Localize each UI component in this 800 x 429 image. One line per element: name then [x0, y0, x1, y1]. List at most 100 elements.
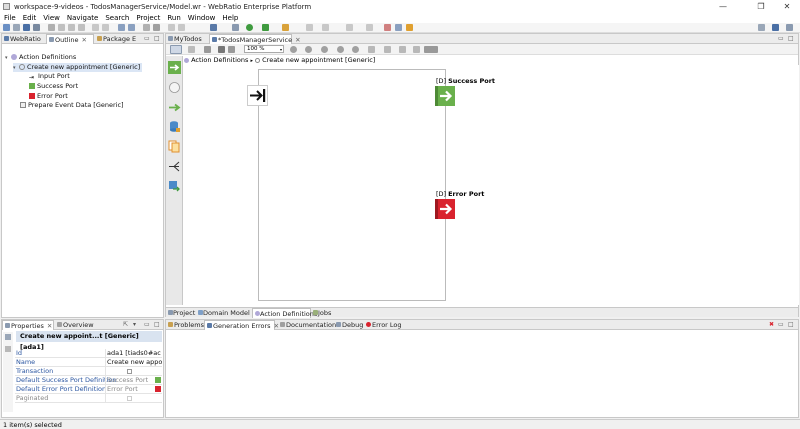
generate-icon[interactable]: [210, 24, 217, 31]
maximize-view-icon[interactable]: □: [788, 321, 794, 328]
connect-tool-icon[interactable]: [218, 46, 225, 53]
transaction-checkbox[interactable]: [127, 368, 132, 374]
close-button[interactable]: ✕: [774, 0, 800, 13]
tree-item-input-port[interactable]: ⇥ Input Port: [29, 72, 70, 81]
stop-icon[interactable]: [384, 24, 391, 31]
tab-domain-model[interactable]: Domain Model: [196, 308, 252, 318]
tab-problems[interactable]: Problems: [166, 320, 204, 330]
input-port-tool-icon[interactable]: [168, 61, 181, 74]
maximize-view-icon[interactable]: □: [154, 321, 160, 328]
paginated-checkbox[interactable]: [127, 395, 132, 401]
link-tool-icon[interactable]: [228, 46, 235, 53]
redo-icon[interactable]: [102, 24, 109, 31]
general-tab-icon[interactable]: [5, 334, 11, 340]
undo-icon[interactable]: [92, 24, 99, 31]
tab-outline[interactable]: Outline ✕: [46, 34, 94, 44]
minimize-view-icon[interactable]: ▭: [144, 35, 150, 42]
zoom-in-icon[interactable]: [290, 46, 297, 53]
align-bottom-icon[interactable]: [413, 46, 420, 53]
paste-icon[interactable]: [78, 24, 85, 31]
zoom-select[interactable]: 100 % ▾: [244, 45, 284, 53]
tab-todosmanagerservice[interactable]: *TodosManagerService ✕: [209, 34, 301, 44]
menu-window[interactable]: Window: [188, 14, 216, 22]
property-row-id[interactable]: Id ada1 [tiads0#ac: [15, 349, 162, 358]
tab-package-explorer[interactable]: Package E: [95, 34, 140, 44]
property-row-default-error-port[interactable]: Default Error Port Definition Error Port: [15, 385, 162, 394]
menu-help[interactable]: Help: [222, 14, 238, 22]
layout-menu-icon[interactable]: [424, 46, 438, 53]
external-tools-icon[interactable]: [282, 24, 289, 31]
perspective-webratio-icon[interactable]: [772, 24, 779, 31]
layout-icon[interactable]: [168, 24, 175, 31]
align-left-icon[interactable]: [368, 46, 375, 53]
tree-item-create-appointment[interactable]: ▾ Create new appointment [Generic]: [13, 63, 143, 72]
refresh-icon[interactable]: [143, 24, 150, 31]
error-port-node[interactable]: [435, 199, 455, 219]
marquee-tool-icon[interactable]: [188, 46, 195, 53]
save-icon[interactable]: [23, 24, 30, 31]
property-row-name[interactable]: Name Create new appoi: [15, 358, 162, 367]
tree-item-success-port[interactable]: Success Port: [29, 82, 78, 91]
find-icon[interactable]: [153, 24, 160, 31]
next-annotation-icon[interactable]: [306, 24, 313, 31]
tab-error-log[interactable]: Error Log: [364, 320, 402, 330]
breadcrumb-current[interactable]: Create new appointment [Generic]: [262, 56, 375, 64]
zoom-selection-icon[interactable]: [352, 46, 359, 53]
align-icon[interactable]: [118, 24, 125, 31]
property-row-paginated[interactable]: Paginated: [15, 394, 162, 403]
breadcrumb-root[interactable]: Action Definitions: [191, 56, 248, 64]
run-icon[interactable]: [246, 24, 253, 31]
hand-tool-icon[interactable]: [204, 46, 211, 53]
generic-action-tool-icon[interactable]: [168, 81, 181, 94]
forward-icon[interactable]: [366, 24, 373, 31]
tab-generation-errors[interactable]: Generation Errors ✕: [204, 320, 279, 330]
tab-mytodos[interactable]: MyTodos: [166, 34, 208, 44]
data-flow-tool-icon[interactable]: [168, 180, 181, 193]
save-all-icon[interactable]: [33, 24, 40, 31]
tab-action-definitions[interactable]: Action Definitions: [252, 308, 317, 318]
align-middle-icon[interactable]: [399, 46, 406, 53]
debug-icon[interactable]: [232, 24, 239, 31]
select-tool-icon[interactable]: [170, 45, 182, 54]
tab-overview[interactable]: Overview: [55, 320, 97, 330]
maximize-editor-icon[interactable]: □: [788, 35, 794, 42]
menu-navigate[interactable]: Navigate: [67, 14, 98, 22]
menu-edit[interactable]: Edit: [23, 14, 37, 22]
minimize-view-icon[interactable]: ▭: [144, 321, 150, 328]
grid-icon[interactable]: [178, 24, 185, 31]
link-icon[interactable]: [395, 24, 402, 31]
property-row-transaction[interactable]: Transaction: [15, 367, 162, 376]
switch-tool-icon[interactable]: [168, 160, 181, 173]
menu-view[interactable]: View: [43, 14, 60, 22]
clear-errors-icon[interactable]: ✖: [769, 321, 774, 328]
database-tool-icon[interactable]: [168, 120, 181, 133]
success-port-node[interactable]: [435, 86, 455, 106]
back-icon[interactable]: [346, 24, 353, 31]
tree-item-error-port[interactable]: Error Port: [29, 92, 68, 101]
zoom-actual-icon[interactable]: [337, 46, 344, 53]
success-port-tool-icon[interactable]: [168, 101, 181, 114]
maximize-view-icon[interactable]: □: [154, 35, 160, 42]
distribute-icon[interactable]: [128, 24, 135, 31]
menu-run[interactable]: Run: [167, 14, 180, 22]
zoom-out-icon[interactable]: [305, 46, 312, 53]
tab-debug[interactable]: Debug: [334, 320, 363, 330]
minimize-editor-icon[interactable]: ▭: [778, 35, 784, 42]
align-center-icon[interactable]: [384, 46, 391, 53]
input-port-node[interactable]: [247, 85, 268, 106]
warning-icon[interactable]: [406, 24, 413, 31]
view-menu-icon[interactable]: ▾: [133, 321, 136, 328]
copy-icon[interactable]: [68, 24, 75, 31]
advanced-tab-icon[interactable]: [5, 346, 11, 352]
tree-item-action-definitions[interactable]: ▾ Action Definitions: [5, 53, 76, 62]
cut-icon[interactable]: [58, 24, 65, 31]
tab-documentation[interactable]: Documentation: [278, 320, 336, 330]
action-definition-frame[interactable]: [258, 69, 446, 301]
menu-project[interactable]: Project: [136, 14, 160, 22]
maximize-button[interactable]: ❐: [748, 0, 774, 13]
new-icon[interactable]: [3, 24, 10, 31]
minimize-button[interactable]: —: [710, 0, 736, 13]
prev-annotation-icon[interactable]: [322, 24, 329, 31]
perspective-debug-icon[interactable]: [786, 24, 793, 31]
tab-jobs[interactable]: Jobs: [311, 308, 335, 318]
